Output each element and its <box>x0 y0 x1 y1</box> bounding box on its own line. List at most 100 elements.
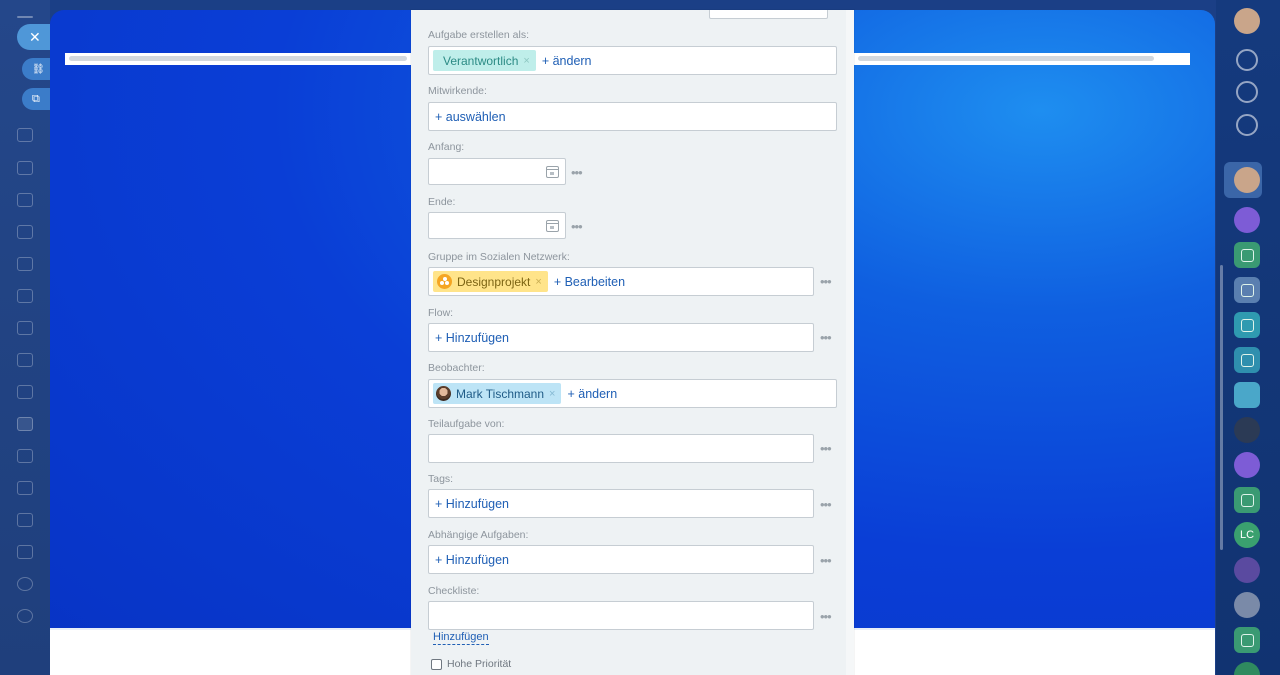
flow-label: Flow: <box>428 307 454 319</box>
select-participants-link[interactable]: + auswählen <box>433 110 506 124</box>
background-progress-strip-right <box>854 53 1190 65</box>
edit-group-link[interactable]: + Bearbeiten <box>552 275 625 289</box>
add-tags-link[interactable]: + Hinzufügen <box>433 497 509 511</box>
add-flow-link[interactable]: + Hinzufügen <box>433 331 509 345</box>
copilot-icon[interactable] <box>1236 81 1258 103</box>
close-icon: ✕ <box>29 29 41 45</box>
observers-field[interactable]: Mark Tischmann × + ändern <box>428 379 837 408</box>
feed-icon[interactable] <box>17 128 33 142</box>
background-progress-strip-left <box>65 53 411 65</box>
responsible-chip[interactable]: Verantwortlich × <box>433 50 536 71</box>
flow-field[interactable]: + Hinzufügen <box>428 323 814 352</box>
right-sidebar: LC <box>1216 0 1280 675</box>
search-chat-icon[interactable] <box>1236 114 1258 136</box>
dependent-tasks-field[interactable]: + Hinzufügen <box>428 545 814 574</box>
chat-avatar-group[interactable] <box>1234 662 1260 675</box>
task-chat-icon[interactable] <box>1234 627 1260 653</box>
chat-avatar-initials[interactable]: LC <box>1234 522 1260 548</box>
document-icon[interactable] <box>17 225 33 239</box>
checklist-label: Checkliste: <box>428 585 480 597</box>
group-icon <box>437 274 452 289</box>
close-slider-button[interactable]: ✕ <box>17 24 53 50</box>
more-options-icon[interactable]: ••• <box>820 442 832 455</box>
start-date-input[interactable] <box>428 158 566 185</box>
chat-avatar-copilot[interactable] <box>1234 207 1260 233</box>
chat-avatar-person[interactable] <box>1234 417 1260 443</box>
participants-label: Mitwirkende: <box>428 85 487 97</box>
add-dependent-task-link[interactable]: + Hinzufügen <box>433 553 509 567</box>
copy-link-button[interactable]: ⛓ <box>22 58 52 80</box>
panel-scrollbar[interactable] <box>846 10 854 675</box>
create-as-label: Aufgabe erstellen als: <box>428 29 529 41</box>
task-chat-icon[interactable] <box>1234 277 1260 303</box>
more-options-icon[interactable]: ••• <box>820 275 832 288</box>
menu-icon[interactable] <box>17 16 33 18</box>
store-icon[interactable] <box>17 449 33 463</box>
inbox2-icon[interactable] <box>17 481 33 495</box>
chat-icon[interactable] <box>17 321 33 335</box>
observer-chip[interactable]: Mark Tischmann × <box>433 383 562 404</box>
task-chat-icon[interactable] <box>1234 242 1260 268</box>
change-observers-link[interactable]: + ändern <box>565 387 617 401</box>
tags-label: Tags: <box>428 473 454 485</box>
calendar-icon[interactable] <box>17 353 33 367</box>
tags-field[interactable]: + Hinzufügen <box>428 489 814 518</box>
task-chat-icon[interactable] <box>1234 312 1260 338</box>
add-checklist-link[interactable]: Hinzufügen <box>433 631 489 645</box>
link-icon: ⛓ <box>32 64 45 75</box>
subtask-label: Teilaufgabe von: <box>428 418 505 430</box>
dependent-tasks-label: Abhängige Aufgaben: <box>428 529 529 541</box>
end-label: Ende: <box>428 196 456 208</box>
inbox-icon[interactable] <box>17 193 33 207</box>
task-chat-icon[interactable] <box>1234 487 1260 513</box>
open-icon: ⧉ <box>32 93 40 105</box>
presentation-icon[interactable] <box>17 257 33 271</box>
high-priority-row[interactable]: Hohe Priorität <box>431 658 511 670</box>
remove-chip-icon[interactable]: × <box>535 276 541 288</box>
remove-chip-icon[interactable]: × <box>549 388 555 400</box>
chat-avatar-person[interactable] <box>1234 592 1260 618</box>
more-options-icon[interactable]: ••• <box>571 166 583 179</box>
group-chip[interactable]: Designprojekt × <box>433 271 548 292</box>
more-options-icon[interactable]: ••• <box>820 498 832 511</box>
chat-list-scrollbar[interactable] <box>1220 265 1223 550</box>
more-options-icon[interactable]: ••• <box>571 220 583 233</box>
remove-chip-icon[interactable]: × <box>523 55 529 67</box>
start-label: Anfang: <box>428 141 465 153</box>
calendar-icon[interactable] <box>546 166 559 178</box>
contacts-icon[interactable] <box>17 161 33 175</box>
task-chat-icon[interactable] <box>1234 347 1260 373</box>
filter-icon[interactable] <box>17 417 33 431</box>
settings-icon[interactable] <box>17 577 33 591</box>
parent-task-field[interactable] <box>428 434 814 463</box>
time-estimate-field[interactable] <box>709 10 828 19</box>
open-new-window-button[interactable]: ⧉ <box>22 88 52 110</box>
analytics-icon[interactable] <box>17 513 33 527</box>
more-options-icon[interactable]: ••• <box>820 554 832 567</box>
high-priority-checkbox[interactable] <box>431 658 442 670</box>
avatar <box>436 386 451 401</box>
chat-avatar-copilot[interactable] <box>1234 452 1260 478</box>
group-label: Gruppe im Sozialen Netzwerk: <box>428 251 570 263</box>
participants-field[interactable]: + auswählen <box>428 102 837 131</box>
chat-avatar-person[interactable] <box>1234 167 1260 193</box>
checklist-field[interactable] <box>428 601 814 630</box>
more-options-icon[interactable]: ••• <box>820 331 832 344</box>
help-icon[interactable] <box>17 609 33 623</box>
group-chat-icon[interactable] <box>1234 382 1260 408</box>
high-priority-label: Hohe Priorität <box>447 658 512 670</box>
responsible-field[interactable]: Verantwortlich × + ändern <box>428 46 837 75</box>
task-form-panel: Aufgabe erstellen als: Verantwortlich × … <box>411 10 854 675</box>
tasks-icon[interactable] <box>17 289 33 303</box>
chat-avatar-person[interactable] <box>1234 557 1260 583</box>
observers-label: Beobachter: <box>428 362 485 374</box>
group-field[interactable]: Designprojekt × + Bearbeiten <box>428 267 814 296</box>
cart-icon[interactable] <box>17 545 33 559</box>
notifications-icon[interactable] <box>1236 49 1258 71</box>
more-options-icon[interactable]: ••• <box>820 610 832 623</box>
end-date-input[interactable] <box>428 212 566 239</box>
sign-icon[interactable] <box>17 385 33 399</box>
user-avatar[interactable] <box>1234 8 1260 34</box>
calendar-icon[interactable] <box>546 220 559 232</box>
change-responsible-link[interactable]: + ändern <box>540 54 592 68</box>
